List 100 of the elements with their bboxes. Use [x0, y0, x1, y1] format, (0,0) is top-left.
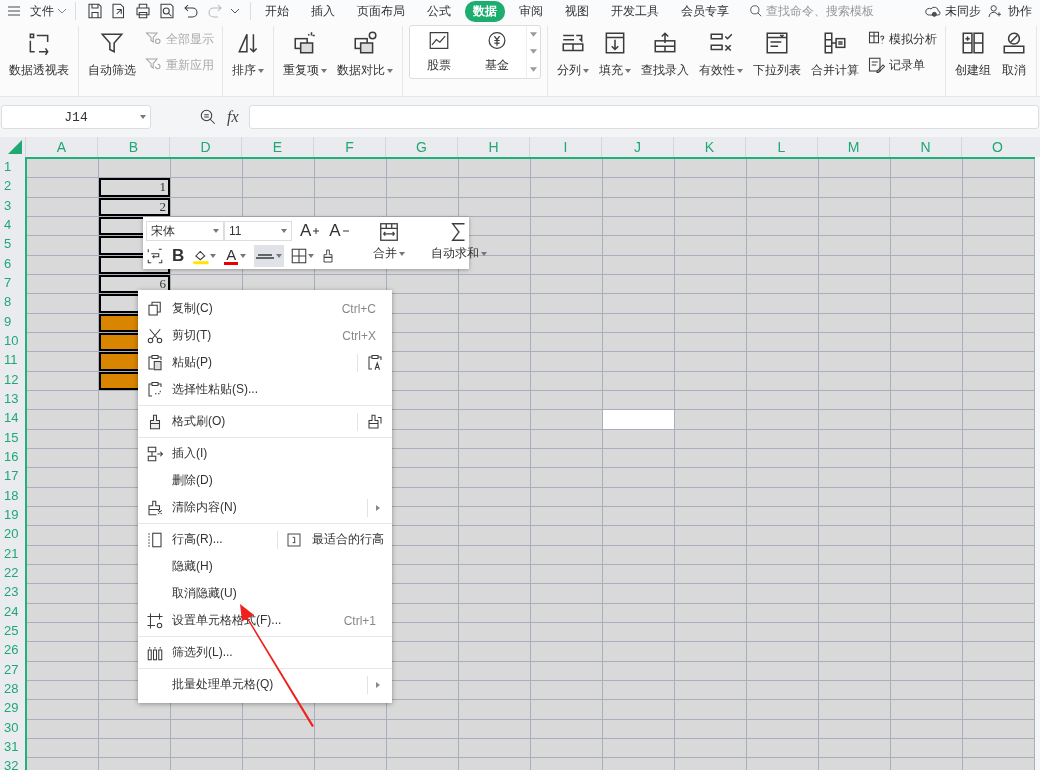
select-all-icon[interactable] [8, 140, 22, 154]
ribbon-button[interactable]: 数据对比 [334, 26, 396, 83]
table-cell [747, 410, 819, 430]
bold-button[interactable]: B [170, 245, 187, 267]
name-box[interactable]: J14 [1, 105, 151, 129]
merge-button[interactable]: 合并 [366, 220, 411, 266]
ribbon-tab[interactable]: 开始 [257, 0, 297, 22]
ribbon-tab[interactable]: 页面布局 [349, 0, 413, 22]
menu-item[interactable]: 批量处理单元格(Q) [172, 676, 359, 693]
menu-item[interactable]: 剪切(T) [172, 327, 343, 344]
table-cell [99, 738, 171, 759]
ribbon-button[interactable]: 下拉列表 [750, 26, 804, 83]
table-cell [315, 197, 387, 217]
table-cell [747, 448, 819, 469]
table-cell [819, 197, 891, 217]
table-cell [603, 526, 675, 546]
chevron-icon[interactable] [230, 8, 240, 14]
menu-item[interactable]: 清除内容(N) [172, 499, 359, 516]
table-cell [891, 429, 963, 449]
table-cell [315, 738, 387, 759]
scroll-arrow-icon[interactable] [530, 32, 537, 38]
ribbon-tab[interactable]: 视图 [557, 0, 597, 22]
ribbon-button[interactable]: 取消 [998, 26, 1030, 83]
ribbon-button[interactable]: 基金 [468, 26, 526, 78]
menu-item[interactable]: 插入(I) [172, 445, 384, 462]
font-size-select[interactable]: 11 [224, 221, 292, 241]
scroll-arrow-icon[interactable] [530, 49, 537, 55]
collaborate-button[interactable]: 协作 [1006, 0, 1034, 22]
table-cell [27, 719, 99, 739]
menu-item[interactable]: 隐藏(H) [172, 558, 384, 575]
table-cell [963, 371, 1035, 391]
ribbon-button[interactable]: 查找录入 [638, 26, 692, 83]
grow-font-button[interactable]: A [298, 220, 322, 242]
menu-item[interactable]: 筛选列(L)... [172, 644, 384, 661]
table-cell [819, 255, 891, 275]
table-cell [171, 197, 243, 217]
menu-item[interactable]: 粘贴(P) [172, 354, 349, 371]
menu-item[interactable]: 格式刷(O) [172, 413, 349, 430]
menu-item[interactable]: 取消隐藏(U) [172, 585, 384, 602]
table-cell [819, 642, 891, 662]
table-cell [963, 410, 1035, 430]
shrink-font-button[interactable]: A [327, 220, 351, 242]
align-button[interactable] [254, 245, 285, 267]
menu-item[interactable]: 删除(D) [172, 472, 384, 489]
ribbon-button[interactable]: 分列 [554, 26, 592, 83]
table-cell [819, 332, 891, 353]
table-cell [819, 487, 891, 507]
table-cell [747, 622, 819, 643]
ribbon-button[interactable]: 有效性 [696, 26, 746, 83]
ribbon-tab[interactable]: 公式 [419, 0, 459, 22]
ribbon-button[interactable]: 模拟分析 [866, 28, 939, 50]
ribbon-tab[interactable]: 会员专享 [673, 0, 737, 22]
table-cell [531, 564, 603, 585]
table-cell [531, 390, 603, 411]
ribbon-button[interactable]: 数据透视表 [6, 26, 72, 83]
table-cell [747, 545, 819, 565]
font-select[interactable]: 宋体 [146, 221, 224, 241]
table-cell [603, 429, 675, 449]
table-cell [891, 294, 963, 314]
menu-item[interactable]: 复制(C) [172, 300, 342, 317]
table-cell [459, 584, 531, 604]
table-cell [675, 371, 747, 391]
ribbon-button[interactable]: 记录单 [866, 54, 939, 76]
table-cell [747, 584, 819, 604]
ribbon-button[interactable]: 自动筛选 [85, 26, 139, 83]
file-menu[interactable]: 文件 [28, 0, 69, 22]
caret-icon [737, 68, 743, 73]
table-cell [819, 468, 891, 488]
submenu-arrow-icon [376, 681, 380, 688]
ribbon-button[interactable]: 填充 [596, 26, 634, 83]
ribbon-button[interactable]: 创建组 [952, 26, 994, 83]
scroll-arrow-icon[interactable] [530, 66, 537, 72]
ribbon-tab[interactable]: 插入 [303, 0, 343, 22]
table-cell [891, 468, 963, 488]
menu-item[interactable]: 行高(R)... [172, 531, 269, 548]
table-cell [675, 217, 747, 237]
table-cell [315, 719, 387, 739]
ribbon-tab[interactable]: 审阅 [511, 0, 551, 22]
ribbon-tab[interactable]: 开发工具 [603, 0, 667, 22]
function-label[interactable]: fx [227, 108, 239, 126]
table-cell [819, 584, 891, 604]
table-cell [891, 545, 963, 565]
table-cell [963, 738, 1035, 759]
table-cell [963, 622, 1035, 643]
table-cell [891, 738, 963, 759]
table-cell [603, 255, 675, 275]
ribbon-button[interactable]: 股票 [410, 26, 468, 78]
autosum-button[interactable]: 自动求和 [424, 220, 493, 266]
table-cell [531, 642, 603, 662]
ribbon-button[interactable]: 重复项 [280, 26, 330, 83]
menu-item[interactable]: 最适合的行高 [312, 531, 384, 548]
table-cell [531, 700, 603, 720]
formula-input[interactable] [248, 105, 1039, 129]
menu-item[interactable]: 选择性粘贴(S)... [172, 381, 384, 398]
print-icon [134, 2, 152, 20]
font-color-button[interactable]: A [222, 245, 249, 267]
ribbon-button[interactable]: 合并计算 [808, 26, 862, 83]
ribbon-button[interactable]: 排序 [229, 26, 267, 83]
table-cell [603, 371, 675, 391]
search-field[interactable]: 查找命令、搜索模板 [749, 4, 918, 18]
